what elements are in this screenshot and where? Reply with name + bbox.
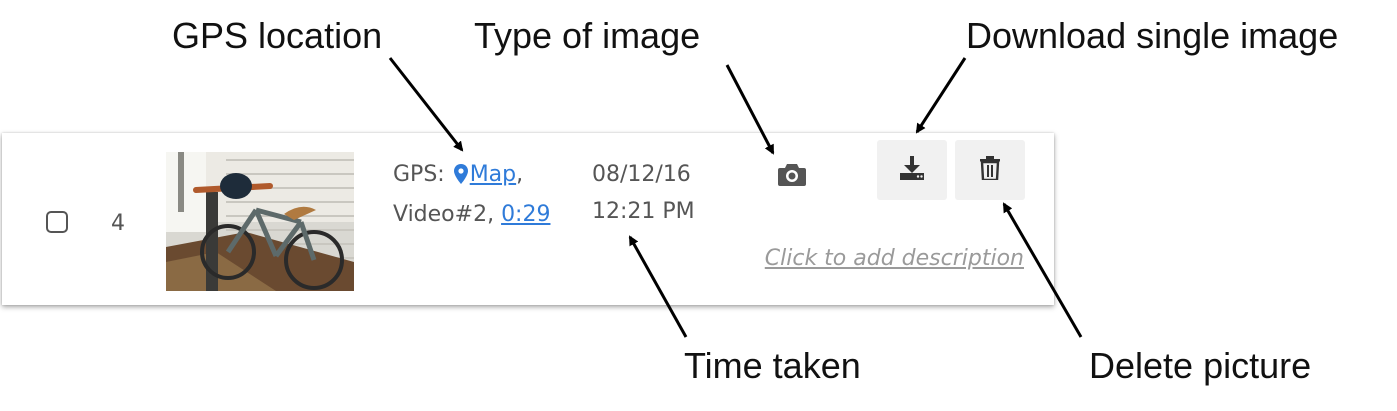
arrow-delete-picture bbox=[1002, 202, 1083, 338]
arrow-gps-location bbox=[388, 57, 464, 152]
annotation-arrows bbox=[388, 57, 1083, 338]
arrow-download-single-image bbox=[915, 57, 967, 134]
arrow-time-taken bbox=[628, 235, 688, 338]
arrow-type-of-image bbox=[725, 64, 775, 155]
